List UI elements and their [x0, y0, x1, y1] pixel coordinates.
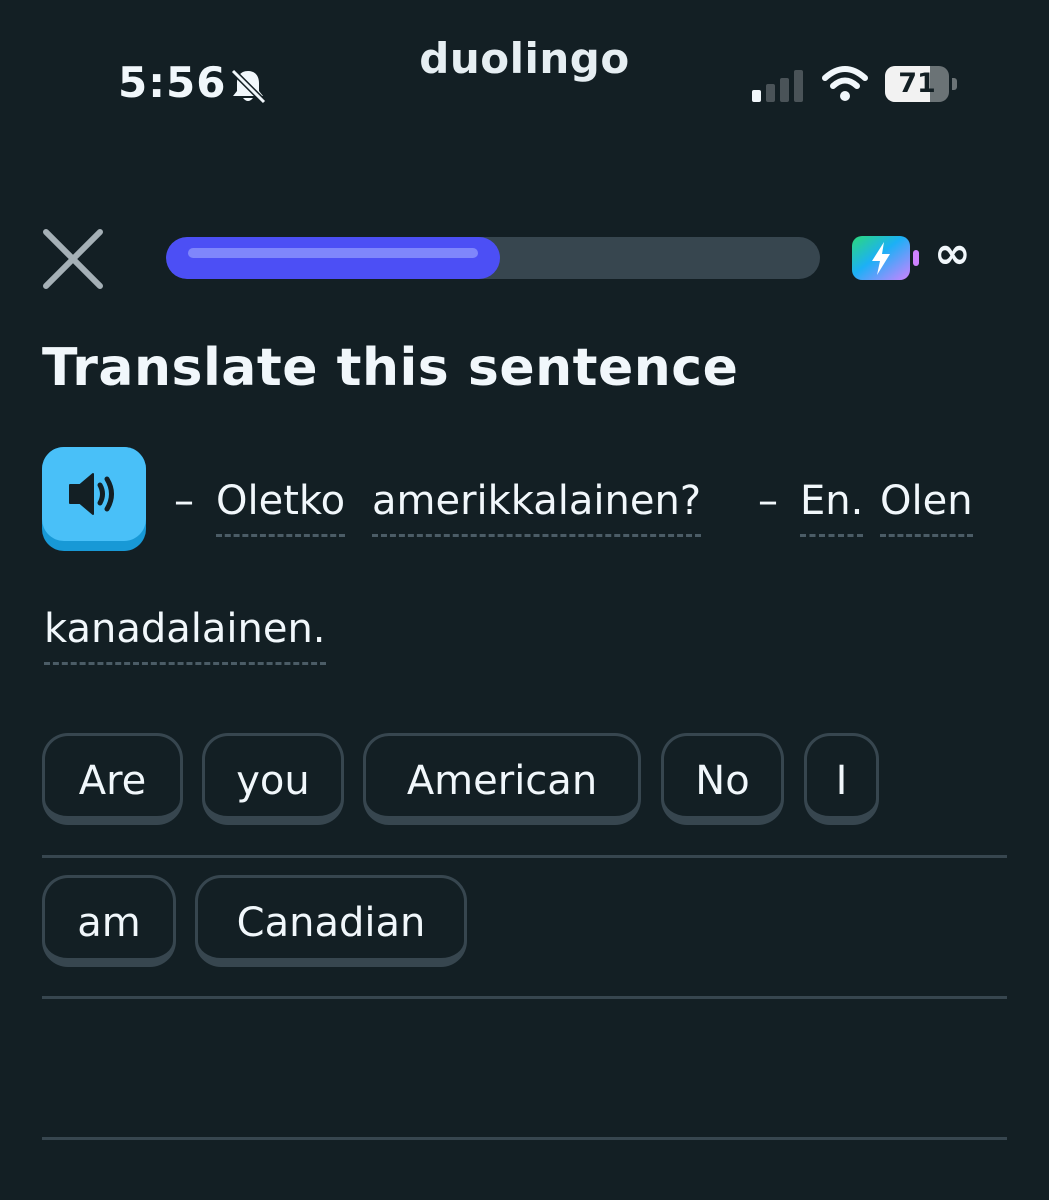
page-title: Translate this sentence: [42, 338, 739, 398]
word-chip-no[interactable]: No: [661, 733, 784, 825]
sentence-word-kanadalainen[interactable]: kanadalainen.: [44, 606, 326, 665]
sentence-word-amerikkalainen[interactable]: amerikkalainen?: [372, 478, 702, 537]
wifi-icon: [822, 66, 868, 106]
infinity-energy-label: ∞: [934, 228, 971, 279]
cellular-signal-icon: [752, 70, 804, 106]
energy-icon[interactable]: [850, 234, 924, 286]
word-chip-i[interactable]: I: [804, 733, 879, 825]
sentence-word-oletko[interactable]: Oletko: [216, 478, 346, 537]
word-chip-are[interactable]: Are: [42, 733, 183, 825]
sentence-word-olen[interactable]: Olen: [880, 478, 973, 537]
sentence-word-en[interactable]: En.: [800, 478, 864, 537]
answer-line: [42, 996, 1007, 999]
sentence-dash: –: [758, 478, 778, 524]
close-icon[interactable]: [40, 226, 106, 292]
battery-level: 71: [898, 68, 936, 99]
speaker-icon: [69, 473, 114, 515]
lesson-progress-bar: [166, 237, 820, 279]
answer-line: [42, 855, 1007, 858]
word-chip-american[interactable]: American: [363, 733, 641, 825]
answer-line: [42, 1137, 1007, 1140]
word-chip-am[interactable]: am: [42, 875, 176, 967]
sentence-dash: –: [174, 478, 194, 524]
word-chip-canadian[interactable]: Canadian: [195, 875, 467, 967]
play-audio-button[interactable]: [42, 447, 146, 551]
word-chip-you[interactable]: you: [202, 733, 344, 825]
progress-fill: [166, 237, 500, 279]
